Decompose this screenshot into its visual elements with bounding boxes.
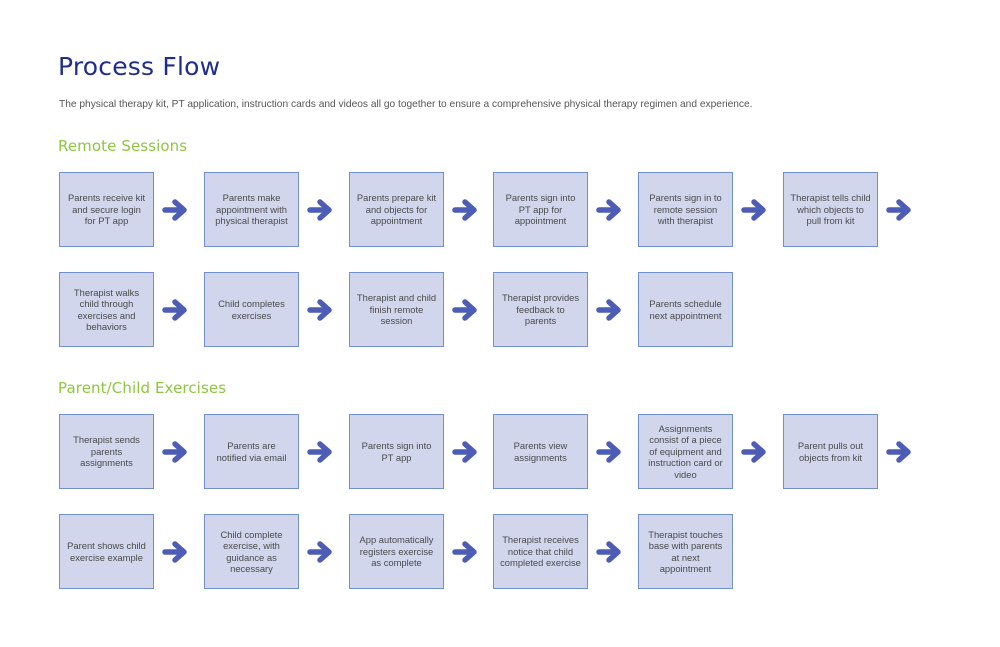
process-step: Child complete exercise, with guidance a… xyxy=(204,514,299,589)
arrow-right-icon xyxy=(596,440,622,464)
process-step-label: Child complete exercise, with guidance a… xyxy=(220,528,283,574)
process-step-label: Parents sign into PT app for appointment xyxy=(505,192,576,227)
process-step: Parents view assignments xyxy=(493,414,588,489)
arrow-right-icon xyxy=(452,440,478,464)
arrow-right-icon xyxy=(162,440,188,464)
arrow-right-icon xyxy=(162,540,188,564)
process-step: Therapist and child finish remote sessio… xyxy=(349,272,444,347)
process-step: Parents sign in to remote session with t… xyxy=(638,172,733,247)
process-step-label: Parents prepare kit and objects for appo… xyxy=(356,192,437,227)
arrow-right-icon xyxy=(741,198,767,222)
arrow-right-icon xyxy=(452,298,478,322)
arrow-right-icon xyxy=(886,198,912,222)
process-step: Parent shows child exercise example xyxy=(59,514,154,589)
flow-row: Therapist sends parents assignments Paren… xyxy=(59,414,959,490)
process-step: Therapist receives notice that child com… xyxy=(493,514,588,589)
flow-row: Parent shows child exercise example Child… xyxy=(59,514,959,590)
process-step: Therapist tells child which objects to p… xyxy=(783,172,878,247)
page-title: Process Flow xyxy=(58,52,221,81)
process-step-label: Parents sign into PT app xyxy=(361,440,432,463)
process-step: Therapist provides feedback to parents xyxy=(493,272,588,347)
arrow-right-icon xyxy=(452,198,478,222)
process-step-label: Therapist tells child which objects to p… xyxy=(790,192,871,227)
arrow-right-icon xyxy=(307,540,333,564)
process-step: Assignments consist of a piece of equipm… xyxy=(638,414,733,489)
process-step-label: Therapist sends parents assignments xyxy=(73,434,140,469)
process-step-label: Parents schedule next appointment xyxy=(649,298,722,321)
process-step: Parents make appointment with physical t… xyxy=(204,172,299,247)
process-step: Therapist sends parents assignments xyxy=(59,414,154,489)
process-step-label: Therapist receives notice that child com… xyxy=(500,534,581,569)
process-step: Parents prepare kit and objects for appo… xyxy=(349,172,444,247)
process-step: Therapist touches base with parents at n… xyxy=(638,514,733,589)
process-step: Parents sign into PT app xyxy=(349,414,444,489)
flow-row: Therapist walks child through exercises … xyxy=(59,272,959,348)
arrow-right-icon xyxy=(596,198,622,222)
arrow-right-icon xyxy=(307,198,333,222)
process-step-label: Child completes exercises xyxy=(218,298,285,321)
arrow-right-icon xyxy=(452,540,478,564)
intro-text: The physical therapy kit, PT application… xyxy=(59,99,753,110)
section-title-parent-child-exercises: Parent/Child Exercises xyxy=(58,379,227,397)
process-step-label: Parents receive kit and secure login for… xyxy=(67,192,146,227)
process-step: Parents sign into PT app for appointment xyxy=(493,172,588,247)
arrow-right-icon xyxy=(596,540,622,564)
process-step-label: Therapist and child finish remote sessio… xyxy=(356,292,437,327)
arrow-right-icon xyxy=(307,298,333,322)
process-step: Parents receive kit and secure login for… xyxy=(59,172,154,247)
arrow-right-icon xyxy=(741,440,767,464)
process-step-label: Parents are notified via email xyxy=(216,440,287,463)
process-step-label: Therapist walks child through exercises … xyxy=(73,286,140,332)
arrow-right-icon xyxy=(886,440,912,464)
process-step-label: Assignments consist of a piece of equipm… xyxy=(648,422,723,480)
process-step-label: Parents sign in to remote session with t… xyxy=(649,192,722,227)
process-step-label: Parents make appointment with physical t… xyxy=(215,192,288,227)
process-step: Parents schedule next appointment xyxy=(638,272,733,347)
process-step: App automatically registers exercise as … xyxy=(349,514,444,589)
process-step: Child completes exercises xyxy=(204,272,299,347)
arrow-right-icon xyxy=(307,440,333,464)
arrow-right-icon xyxy=(162,298,188,322)
flow-row: Parents receive kit and secure login for… xyxy=(59,172,959,248)
process-step-label: Parents view assignments xyxy=(513,440,568,463)
process-step-label: App automatically registers exercise as … xyxy=(359,534,434,569)
process-step-label: Therapist touches base with parents at n… xyxy=(648,528,723,574)
process-step-label: Therapist provides feedback to parents xyxy=(501,292,580,327)
process-step-label: Parent pulls out objects from kit xyxy=(797,440,864,463)
arrow-right-icon xyxy=(596,298,622,322)
process-step-label: Parent shows child exercise example xyxy=(67,540,146,563)
process-step: Therapist walks child through exercises … xyxy=(59,272,154,347)
section-title-remote-sessions: Remote Sessions xyxy=(58,137,188,155)
process-step: Parents are notified via email xyxy=(204,414,299,489)
process-step: Parent pulls out objects from kit xyxy=(783,414,878,489)
arrow-right-icon xyxy=(162,198,188,222)
